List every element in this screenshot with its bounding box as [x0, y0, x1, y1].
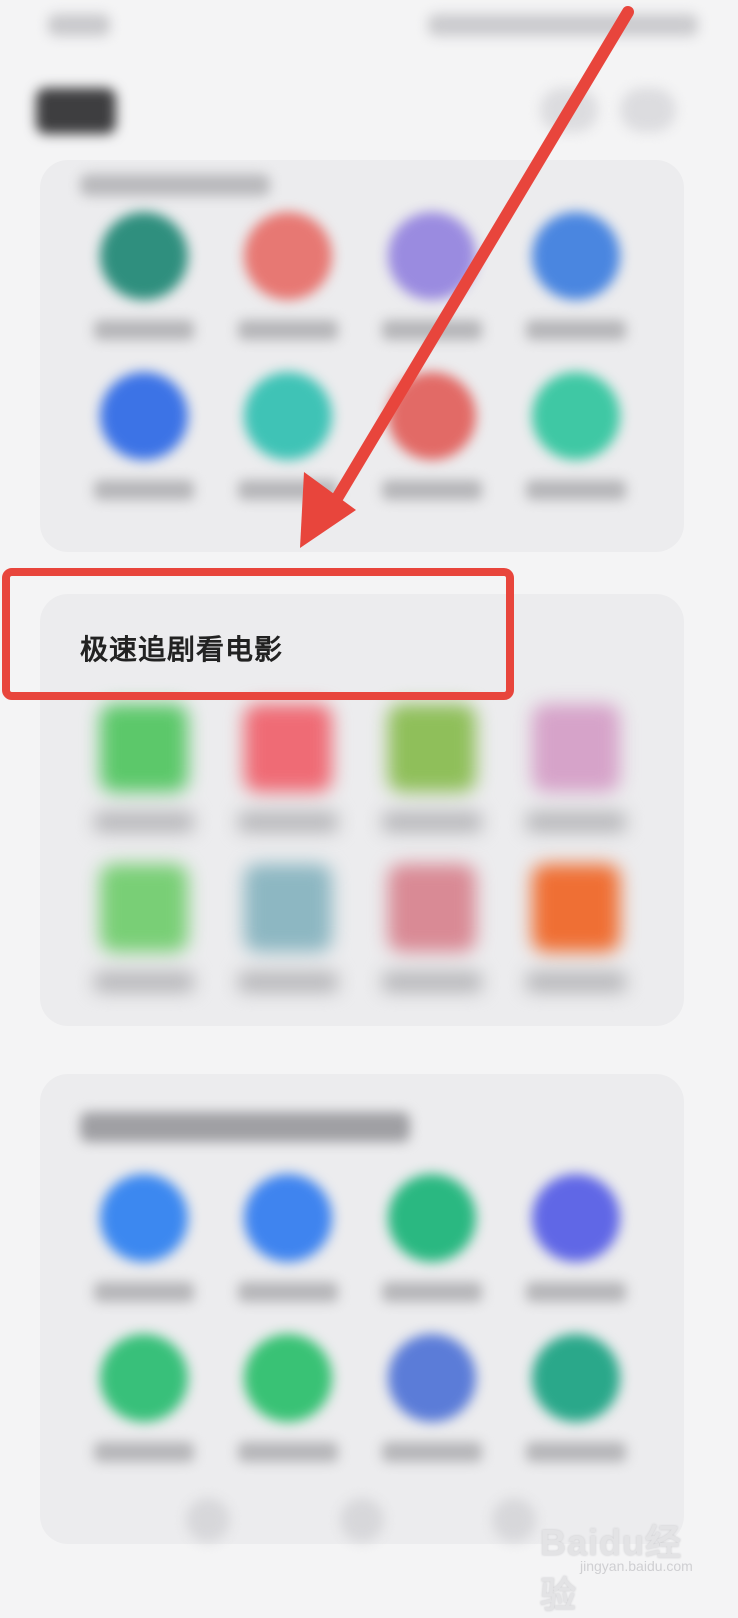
highlight-box [2, 568, 514, 700]
section-header [80, 174, 270, 196]
app-item[interactable] [84, 704, 204, 854]
app-icon [532, 1174, 620, 1262]
app-label [238, 812, 338, 832]
baidu-watermark: Baidu经验 jingyan.baidu.com [540, 1514, 710, 1615]
more-icon[interactable] [620, 88, 676, 132]
app-label [382, 1442, 482, 1462]
app-icon [388, 372, 476, 460]
app-icon [100, 212, 188, 300]
app-item[interactable] [228, 864, 348, 1014]
app-label [238, 972, 338, 992]
app-icon [388, 1334, 476, 1422]
app-item[interactable] [516, 1174, 636, 1324]
app-item[interactable] [228, 372, 348, 522]
app-icon [100, 1334, 188, 1422]
app-item[interactable] [228, 212, 348, 362]
app-icon [532, 704, 620, 792]
app-item[interactable] [516, 1334, 636, 1484]
app-label [238, 320, 338, 340]
app-icon [388, 1174, 476, 1262]
app-item[interactable] [372, 864, 492, 1014]
app-item[interactable] [228, 1174, 348, 1324]
app-icon [244, 212, 332, 300]
app-icon [388, 212, 476, 300]
app-label [382, 972, 482, 992]
app-icon [100, 864, 188, 952]
app-label [94, 972, 194, 992]
app-label [526, 812, 626, 832]
app-icon [100, 372, 188, 460]
back-icon[interactable] [186, 1498, 230, 1542]
app-item[interactable] [516, 212, 636, 362]
status-time [48, 14, 110, 36]
app-icon [388, 704, 476, 792]
app-label [382, 812, 482, 832]
app-item[interactable] [84, 372, 204, 522]
app-label [526, 1282, 626, 1302]
recents-icon[interactable] [492, 1498, 536, 1542]
app-label [526, 972, 626, 992]
app-label [238, 480, 338, 500]
status-icons [428, 14, 698, 36]
app-item[interactable] [516, 372, 636, 522]
app-label [238, 1282, 338, 1302]
app-item[interactable] [84, 1334, 204, 1484]
status-bar [0, 0, 738, 56]
app-item[interactable] [228, 1334, 348, 1484]
app-icon [244, 1334, 332, 1422]
app-item[interactable] [516, 704, 636, 854]
app-item[interactable] [516, 864, 636, 1014]
app-label [526, 1442, 626, 1462]
app-label [382, 1282, 482, 1302]
section-header [80, 1112, 410, 1142]
app-icon [100, 1174, 188, 1262]
app-icon [100, 704, 188, 792]
search-icon[interactable] [540, 88, 598, 132]
app-label [94, 320, 194, 340]
app-item[interactable] [372, 212, 492, 362]
app-item[interactable] [84, 1174, 204, 1324]
app-icon [388, 864, 476, 952]
more-apps-card [40, 1074, 684, 1544]
app-icon [532, 864, 620, 952]
recommended-apps-card [40, 160, 684, 552]
app-icon [532, 212, 620, 300]
app-icon [244, 864, 332, 952]
watermark-url: jingyan.baidu.com [580, 1558, 693, 1574]
app-label [238, 1442, 338, 1462]
app-label [526, 480, 626, 500]
app-icon [244, 372, 332, 460]
app-label [94, 812, 194, 832]
app-item[interactable] [84, 864, 204, 1014]
app-item[interactable] [372, 1334, 492, 1484]
app-icon [532, 1334, 620, 1422]
app-item[interactable] [372, 372, 492, 522]
app-icon [244, 704, 332, 792]
app-label [94, 1442, 194, 1462]
home-icon[interactable] [340, 1498, 384, 1542]
app-item[interactable] [372, 1174, 492, 1324]
app-icon [244, 1174, 332, 1262]
app-item[interactable] [84, 212, 204, 362]
app-icon [532, 372, 620, 460]
app-item[interactable] [372, 704, 492, 854]
app-item[interactable] [228, 704, 348, 854]
page-title [36, 88, 116, 134]
app-label [94, 480, 194, 500]
app-label [526, 320, 626, 340]
app-label [94, 1282, 194, 1302]
app-label [382, 320, 482, 340]
app-label [382, 480, 482, 500]
